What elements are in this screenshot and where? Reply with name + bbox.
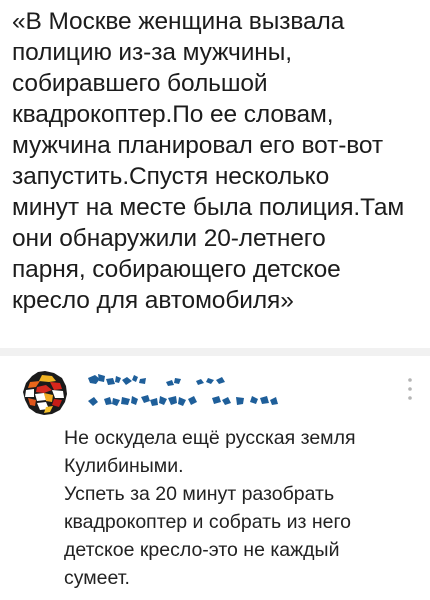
comment-text-line: Успеть за 20 минут разобрать xyxy=(64,483,335,505)
comment-text-line: Не оскудела ещё русская земля xyxy=(64,427,356,449)
post: «В Москве женщина вызвала полицию из-за … xyxy=(12,6,422,316)
avatar-icon[interactable] xyxy=(22,370,68,416)
more-vertical-icon[interactable] xyxy=(404,376,416,402)
post-text-line: мужчина планировал его вот-вот xyxy=(12,132,384,159)
post-text-line: они обнаружили 20-летнего xyxy=(12,225,326,252)
post-text-line: полицию из-за мужчины, xyxy=(12,39,292,66)
post-text-line: запустить.Спустя несколько xyxy=(12,163,330,190)
comment-text-line: квадрокоптер и собрать из него xyxy=(64,511,352,533)
post-text-line: «В Москве женщина вызвала xyxy=(12,8,345,35)
comment-text-line: детское кресло-это не каждый xyxy=(64,539,340,561)
comment-text: Не оскудела ещё русская земля Кулибиными… xyxy=(64,424,414,592)
post-text-line: квадрокоптер.По ее словам, xyxy=(12,101,334,128)
post-text: «В Москве женщина вызвала полицию из-за … xyxy=(12,6,422,316)
post-text-line: парня, собирающего детское xyxy=(12,256,341,283)
post-text-line: собиравшего большой xyxy=(12,70,268,97)
section-divider xyxy=(0,348,430,356)
comment-text-line: сумеет. xyxy=(64,567,130,589)
comment: Не оскудела ещё русская земля Кулибиными… xyxy=(0,356,430,600)
comment-text-line: Кулибиными. xyxy=(64,455,184,477)
post-text-line: минут на месте была полиция.Там xyxy=(12,194,405,221)
more-dots xyxy=(408,378,412,400)
avatar-image xyxy=(23,371,67,415)
comment-author-redacted[interactable] xyxy=(86,370,386,418)
redacted-author-name xyxy=(88,374,278,406)
post-text-line: кресло для автомобиля» xyxy=(12,287,294,314)
